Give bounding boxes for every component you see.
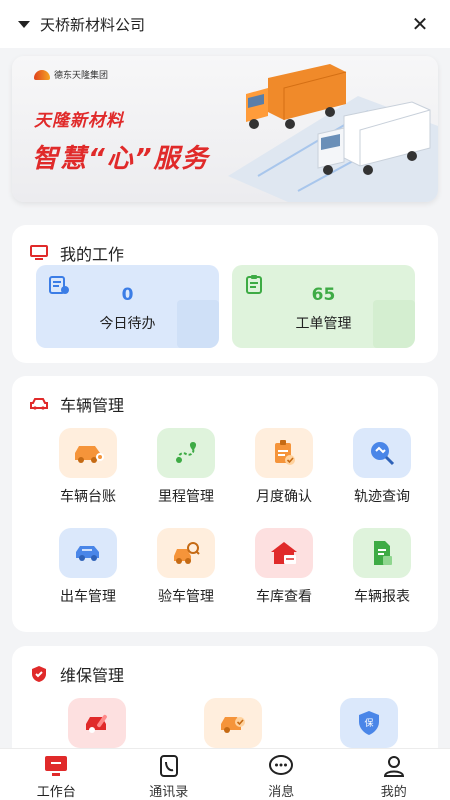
profile-icon xyxy=(380,753,408,779)
my-work-title: 我的工作 xyxy=(60,245,125,264)
garage-label: 车库查看 xyxy=(256,589,312,605)
tab-messages[interactable]: 消息 xyxy=(225,749,338,800)
bottom-tab-bar: 工作台 通讯录 消息 我的 xyxy=(0,748,450,800)
today-todo-tile[interactable]: 0 今日待办 xyxy=(36,265,219,348)
company-selector[interactable]: 天桥新材料公司 xyxy=(40,14,408,35)
banner-brand: 天隆新材料 xyxy=(34,111,124,131)
close-icon[interactable]: ✕ xyxy=(408,12,432,36)
tab-workbench[interactable]: 工作台 xyxy=(0,749,113,800)
tab-profile-label: 我的 xyxy=(380,785,407,800)
monthly-confirm-label: 月度确认 xyxy=(256,489,312,505)
trucks-illustration-icon xyxy=(228,64,438,202)
car-icon xyxy=(30,395,48,413)
promo-banner[interactable]: 德东天隆集团 天隆新材料 智慧“心”服务 xyxy=(12,56,438,202)
logo-mark-icon xyxy=(34,69,50,80)
doc-watermark-icon xyxy=(177,300,219,348)
workbench-icon xyxy=(42,753,70,779)
clipboard-watermark-icon xyxy=(373,300,415,348)
inspection-icon xyxy=(157,528,215,578)
maintenance-title: 维保管理 xyxy=(60,666,125,685)
warranty-shield-icon[interactable]: 保 xyxy=(340,698,398,748)
car-ledger-icon xyxy=(59,428,117,478)
vehicle-ledger-label: 车辆台账 xyxy=(60,489,116,505)
mileage-icon xyxy=(157,428,215,478)
my-work-card: 我的工作 0 今日待办 65 工单管理 xyxy=(12,225,438,363)
logo-text: 德东天隆集团 xyxy=(54,71,109,81)
report-icon xyxy=(353,528,411,578)
inspection-label: 验车管理 xyxy=(158,589,214,605)
tab-contacts-label: 通讯录 xyxy=(149,785,189,800)
mileage-item[interactable]: 里程管理 xyxy=(138,428,234,506)
shield-icon xyxy=(30,665,48,683)
dispatch-icon xyxy=(59,528,117,578)
vehicle-management-card: 车辆管理 车辆台账 里程管理 月度确认 轨迹查询 出车管理 验车管理 车库查看 … xyxy=(12,376,438,632)
vehicle-report-label: 车辆报表 xyxy=(354,589,410,605)
vehicle-ledger-item[interactable]: 车辆台账 xyxy=(40,428,136,506)
dispatch-item[interactable]: 出车管理 xyxy=(40,528,136,606)
track-query-item[interactable]: 轨迹查询 xyxy=(334,428,430,506)
garage-item[interactable]: 车库查看 xyxy=(236,528,332,606)
company-logo: 德东天隆集团 xyxy=(34,68,108,81)
inspection-item[interactable]: 验车管理 xyxy=(138,528,234,606)
dispatch-label: 出车管理 xyxy=(60,589,116,605)
repair-car-icon[interactable] xyxy=(68,698,126,748)
top-bar: 天桥新材料公司 ✕ xyxy=(0,0,450,48)
vehicle-management-title: 车辆管理 xyxy=(60,396,125,415)
track-query-icon xyxy=(353,428,411,478)
banner-slogan: 智慧“心”服务 xyxy=(32,144,210,174)
garage-icon xyxy=(255,528,313,578)
service-car-icon[interactable] xyxy=(204,698,262,748)
vehicle-report-item[interactable]: 车辆报表 xyxy=(334,528,430,606)
monitor-icon xyxy=(30,244,48,262)
tab-workbench-label: 工作台 xyxy=(36,785,76,800)
tab-contacts[interactable]: 通讯录 xyxy=(113,749,226,800)
contacts-icon xyxy=(155,753,183,779)
dropdown-caret-icon[interactable] xyxy=(18,20,30,28)
mileage-label: 里程管理 xyxy=(158,489,214,505)
track-query-label: 轨迹查询 xyxy=(354,489,410,505)
svg-text:保: 保 xyxy=(364,717,373,729)
monthly-confirm-item[interactable]: 月度确认 xyxy=(236,428,332,506)
monthly-confirm-icon xyxy=(255,428,313,478)
tab-messages-label: 消息 xyxy=(268,785,295,800)
message-icon xyxy=(267,753,295,779)
tab-profile[interactable]: 我的 xyxy=(338,749,450,800)
work-order-tile[interactable]: 65 工单管理 xyxy=(232,265,415,348)
